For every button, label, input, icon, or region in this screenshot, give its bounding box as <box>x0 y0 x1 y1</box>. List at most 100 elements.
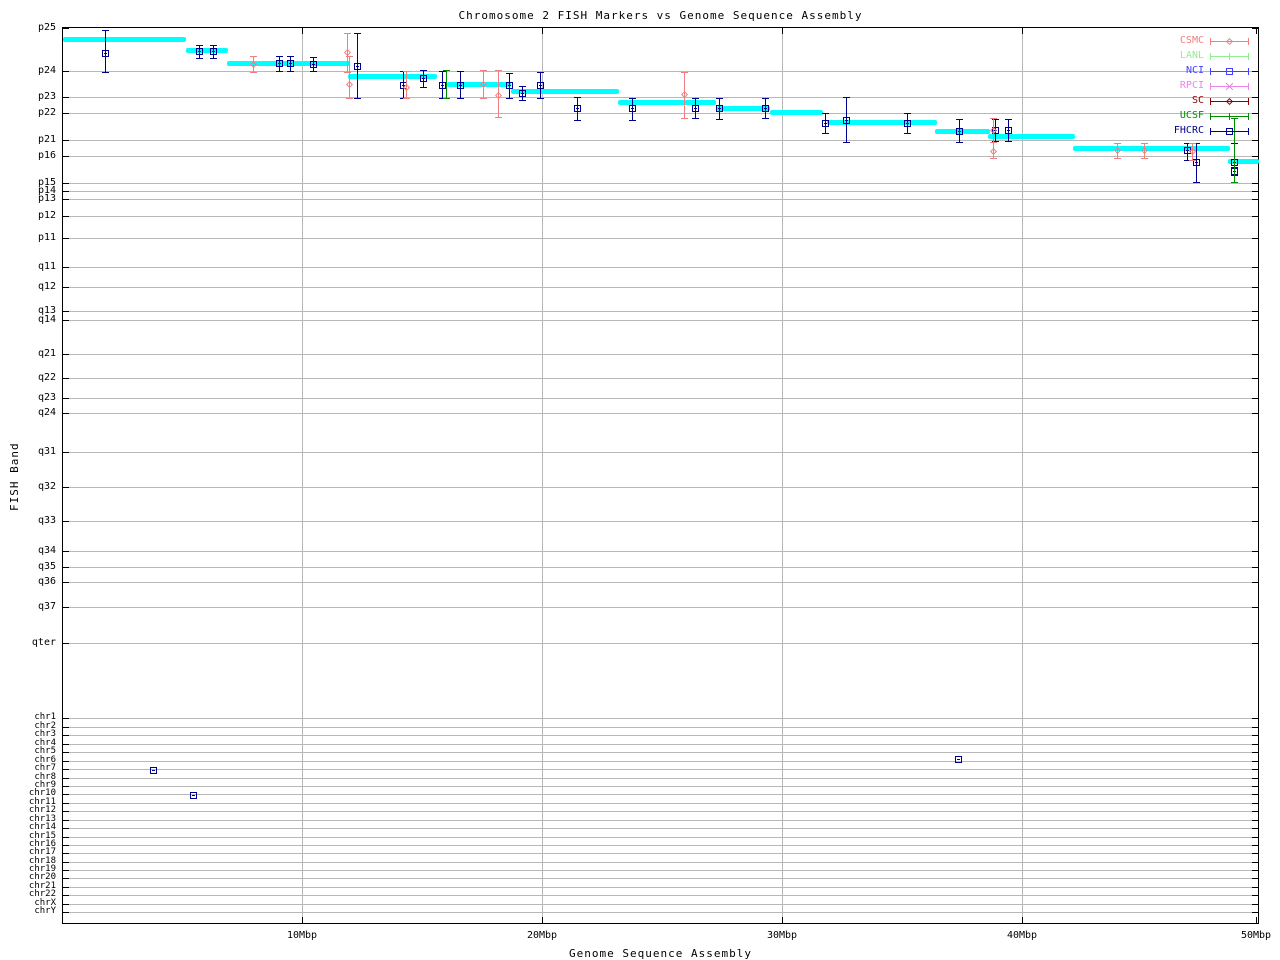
y-gridline <box>63 803 1258 804</box>
error-cap <box>354 33 361 34</box>
y-tick-label: q36 <box>2 577 56 587</box>
error-cap <box>990 118 997 119</box>
y-tick-mark <box>63 398 69 399</box>
y-tick-mark <box>63 811 69 812</box>
data-point-fhcrc <box>955 756 962 763</box>
error-cap <box>1231 182 1238 183</box>
y-tick-mark <box>1252 820 1258 821</box>
y-gridline <box>63 156 1258 157</box>
data-point-fhcrc <box>537 82 544 89</box>
y-tick-mark <box>63 311 69 312</box>
x-gridline <box>782 28 783 923</box>
y-gridline <box>63 113 1258 114</box>
y-tick-mark <box>1252 845 1258 846</box>
data-point-fhcrc <box>439 82 446 89</box>
y-tick-mark <box>63 794 69 795</box>
error-cap <box>480 70 487 71</box>
x-tick-label: 20Mbp <box>517 930 567 942</box>
legend-sample-cap <box>1248 113 1249 120</box>
y-tick-mark <box>63 895 69 896</box>
y-tick-mark <box>63 735 69 736</box>
error-cap <box>443 70 450 71</box>
x-tick-mark <box>542 28 543 34</box>
y-tick-mark <box>1252 853 1258 854</box>
error-cap <box>310 57 317 58</box>
data-point-fhcrc <box>716 105 723 112</box>
y-tick-mark <box>1252 912 1258 913</box>
y-gridline <box>63 71 1258 72</box>
legend-sample-cap <box>1210 128 1211 135</box>
error-cap <box>1005 119 1012 120</box>
y-tick-mark <box>1252 378 1258 379</box>
marker-inner-dash <box>104 53 107 54</box>
y-tick-mark <box>1252 904 1258 905</box>
error-cap <box>354 98 361 99</box>
y-tick-mark <box>63 113 69 114</box>
y-gridline <box>63 811 1258 812</box>
y-tick-mark <box>63 778 69 779</box>
y-tick-mark <box>63 28 69 29</box>
data-point-fhcrc <box>904 120 911 127</box>
y-gridline <box>63 878 1258 879</box>
marker-inner-dash <box>356 66 359 67</box>
marker-inner-dash <box>576 108 579 109</box>
y-tick-mark <box>63 862 69 863</box>
y-tick-mark <box>1252 140 1258 141</box>
y-tick-mark <box>1252 487 1258 488</box>
y-tick-label: q22 <box>2 373 56 383</box>
y-tick-mark <box>1252 267 1258 268</box>
y-tick-mark <box>63 183 69 184</box>
data-point-csmc <box>403 84 410 91</box>
y-tick-label: q14 <box>2 315 56 325</box>
y-tick-label: p21 <box>2 135 56 145</box>
error-cap <box>420 87 427 88</box>
data-point-fhcrc <box>574 105 581 112</box>
y-gridline <box>63 311 1258 312</box>
y-tick-label: p11 <box>2 233 56 243</box>
marker-inner-dash <box>152 770 155 771</box>
data-point-fhcrc <box>102 50 109 57</box>
y-tick-label: q37 <box>2 602 56 612</box>
legend-sample-cap <box>1248 53 1249 60</box>
y-tick-mark <box>1252 183 1258 184</box>
marker-inner-dash <box>824 123 827 124</box>
y-gridline <box>63 912 1258 913</box>
y-tick-mark <box>1252 71 1258 72</box>
y-tick-mark <box>63 413 69 414</box>
x-gridline <box>302 28 303 923</box>
y-tick-mark <box>63 354 69 355</box>
error-cap <box>519 86 526 87</box>
marker-inner-dash <box>1195 162 1198 163</box>
y-gridline <box>63 794 1258 795</box>
legend-sample-cap <box>1210 98 1211 105</box>
marker-inner-dash <box>521 93 524 94</box>
error-cap <box>506 98 513 99</box>
y-tick-mark <box>1252 238 1258 239</box>
marker-inner-dash <box>845 120 848 121</box>
y-tick-label: q33 <box>2 516 56 526</box>
y-tick-mark <box>63 845 69 846</box>
marker-inner-dash <box>1228 131 1231 132</box>
y-tick-mark <box>63 820 69 821</box>
y-tick-mark <box>63 744 69 745</box>
y-tick-mark <box>1252 607 1258 608</box>
error-cap <box>403 71 410 72</box>
y-tick-mark <box>1252 786 1258 787</box>
marker-inner-dash <box>694 108 697 109</box>
x-tick-label: 50Mbp <box>1231 930 1280 942</box>
marker-inner-dash <box>957 759 960 760</box>
legend-marker-ucsf <box>1229 113 1230 120</box>
y-tick-mark <box>1252 398 1258 399</box>
y-tick-label: p12 <box>2 211 56 221</box>
x-gridline <box>542 28 543 923</box>
error-cap <box>692 118 699 119</box>
y-gridline <box>63 320 1258 321</box>
error-cap <box>822 113 829 114</box>
error-cap <box>210 45 217 46</box>
error-cap <box>537 72 544 73</box>
y-tick-mark <box>1252 761 1258 762</box>
error-cap <box>1189 143 1196 144</box>
data-point-fhcrc <box>196 48 203 55</box>
y-tick-mark <box>63 769 69 770</box>
y-gridline <box>63 267 1258 268</box>
